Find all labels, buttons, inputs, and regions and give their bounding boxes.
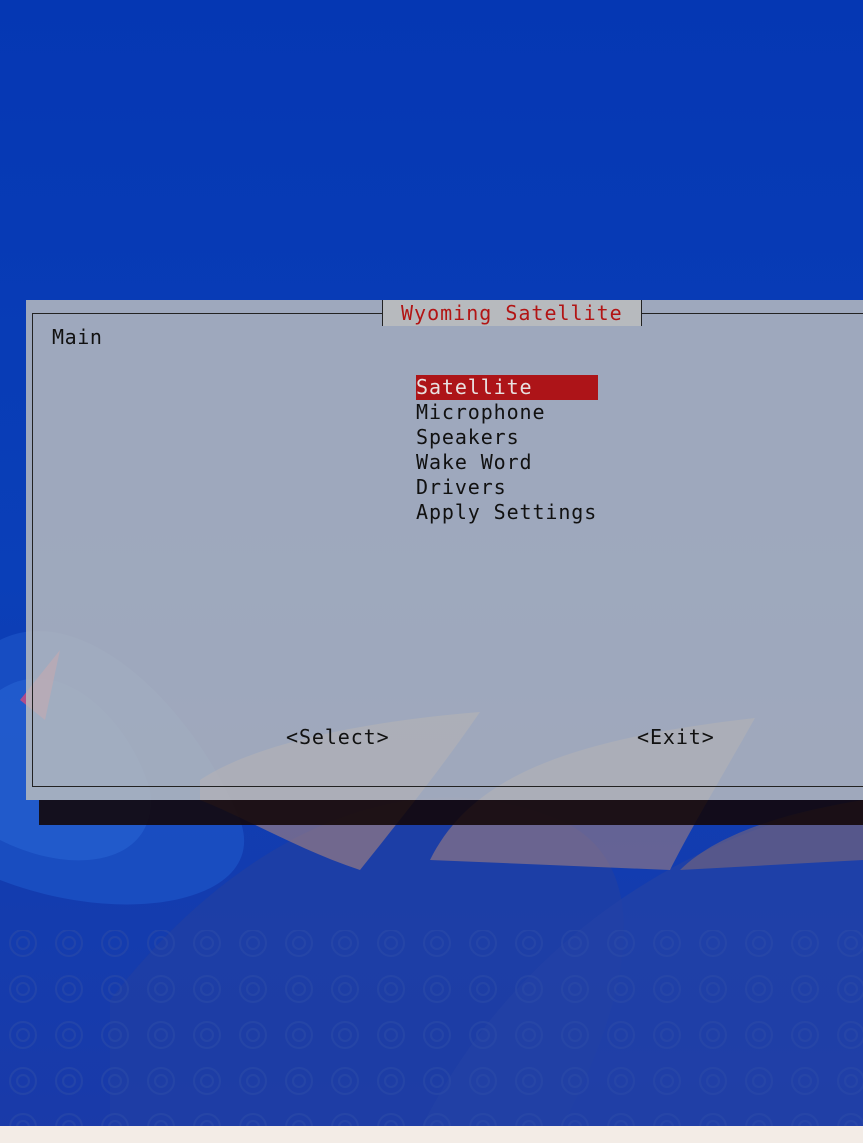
dialog-shadow	[39, 800, 863, 825]
menu-list: Satellite Microphone Speakers Wake Word …	[416, 375, 598, 525]
menu-item-wake-word[interactable]: Wake Word	[416, 450, 598, 475]
exit-button[interactable]: <Exit>	[637, 724, 715, 750]
bottom-strip	[0, 1126, 863, 1143]
dialog-title: Wyoming Satellite	[401, 301, 623, 325]
menu-item-satellite[interactable]: Satellite	[416, 375, 598, 400]
menu-item-microphone[interactable]: Microphone	[416, 400, 598, 425]
whiptail-dialog: Wyoming Satellite Main Satellite Microph…	[26, 300, 863, 800]
menu-heading: Main	[52, 325, 103, 349]
menu-item-drivers[interactable]: Drivers	[416, 475, 598, 500]
dialog-title-box: Wyoming Satellite	[382, 300, 642, 326]
menu-item-speakers[interactable]: Speakers	[416, 425, 598, 450]
select-button[interactable]: <Select>	[286, 724, 390, 750]
menu-item-apply-settings[interactable]: Apply Settings	[416, 500, 598, 525]
